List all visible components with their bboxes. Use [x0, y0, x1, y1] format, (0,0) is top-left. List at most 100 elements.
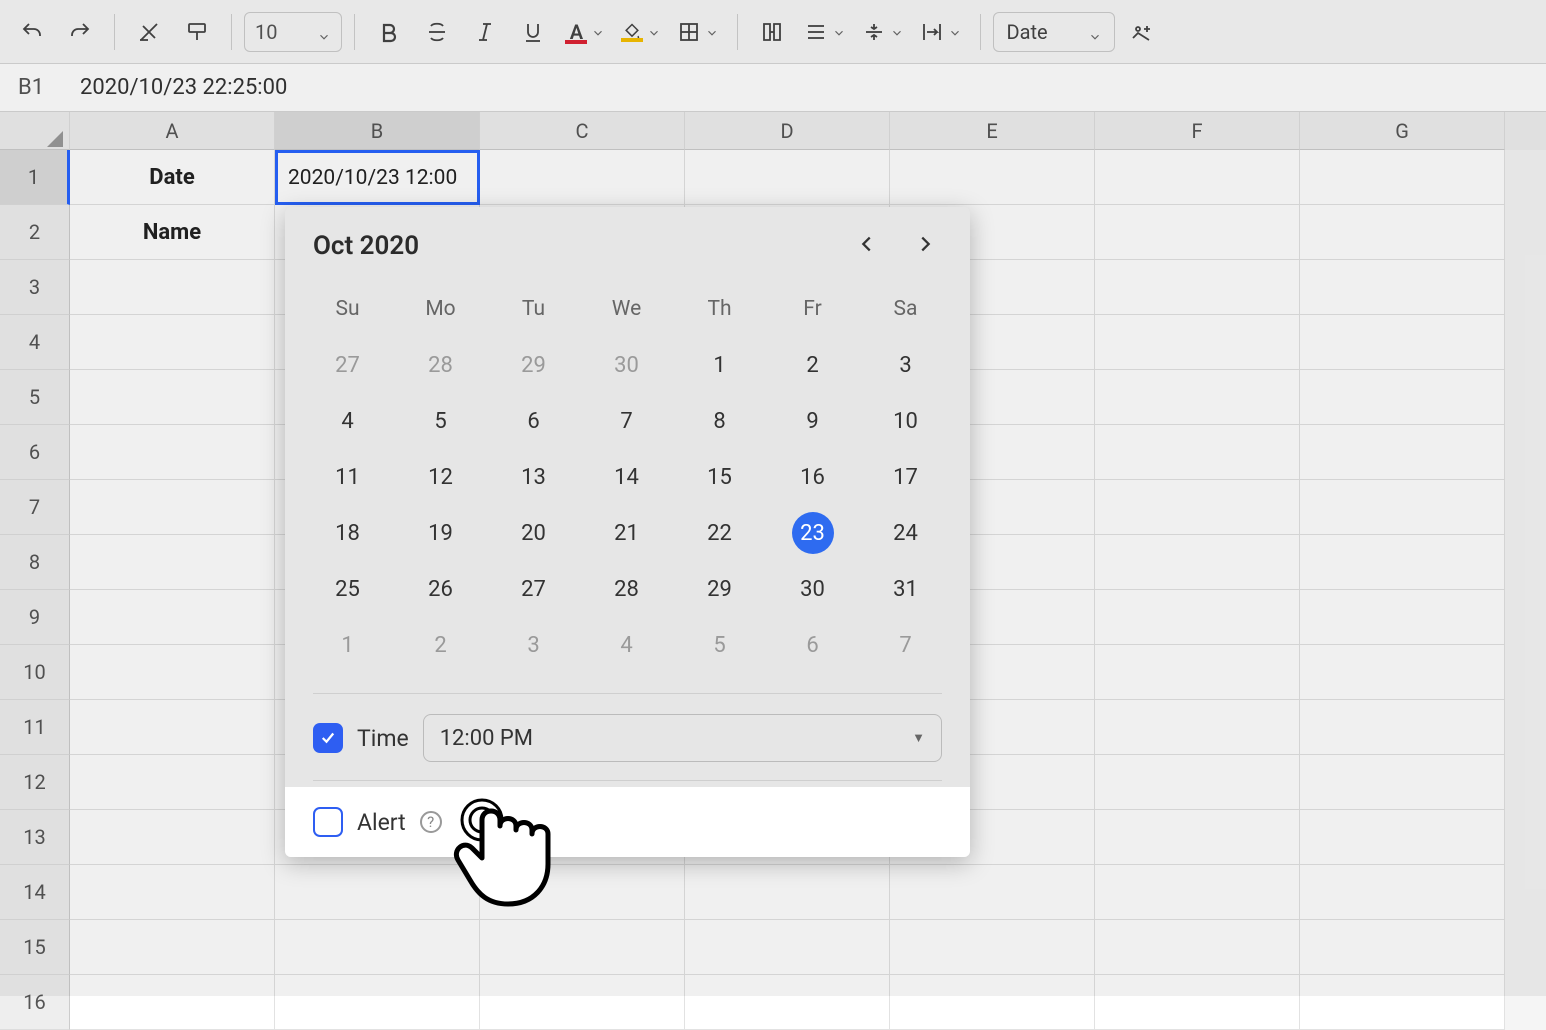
cell-A12[interactable]: [70, 755, 275, 810]
cell-F7[interactable]: [1095, 480, 1300, 535]
calendar-day[interactable]: 3: [859, 337, 952, 393]
row-header[interactable]: 10: [0, 645, 70, 700]
undo-button[interactable]: [10, 10, 54, 54]
row-header[interactable]: 2: [0, 205, 70, 260]
format-painter-button[interactable]: [175, 10, 219, 54]
cell-D16[interactable]: [685, 975, 890, 1030]
row-header[interactable]: 11: [0, 700, 70, 755]
calendar-day[interactable]: 30: [580, 337, 673, 393]
font-color-button[interactable]: A: [559, 10, 611, 54]
calendar-day[interactable]: 22: [673, 505, 766, 561]
calendar-day[interactable]: 20: [487, 505, 580, 561]
calendar-day[interactable]: 30: [766, 561, 859, 617]
cell-G9[interactable]: [1300, 590, 1505, 645]
select-all-corner[interactable]: [0, 112, 70, 150]
calendar-day[interactable]: 5: [673, 617, 766, 673]
row-header[interactable]: 15: [0, 920, 70, 975]
row-header[interactable]: 13: [0, 810, 70, 865]
calendar-day[interactable]: 19: [394, 505, 487, 561]
font-size-select[interactable]: 10: [244, 12, 342, 52]
cell-G6[interactable]: [1300, 425, 1505, 480]
cell-G10[interactable]: [1300, 645, 1505, 700]
calendar-day[interactable]: 31: [859, 561, 952, 617]
cell-G2[interactable]: [1300, 205, 1505, 260]
calendar-day[interactable]: 2: [394, 617, 487, 673]
italic-button[interactable]: [463, 10, 507, 54]
cell-D1[interactable]: [685, 150, 890, 205]
cell-A14[interactable]: [70, 865, 275, 920]
borders-button[interactable]: [671, 10, 725, 54]
cell-A4[interactable]: [70, 315, 275, 370]
cell-E15[interactable]: [890, 920, 1095, 975]
calendar-day[interactable]: 14: [580, 449, 673, 505]
calendar-day[interactable]: 5: [394, 393, 487, 449]
cell-F8[interactable]: [1095, 535, 1300, 590]
column-header-F[interactable]: F: [1095, 112, 1300, 150]
calendar-day[interactable]: 18: [301, 505, 394, 561]
cell-F13[interactable]: [1095, 810, 1300, 865]
cell-F3[interactable]: [1095, 260, 1300, 315]
calendar-day[interactable]: 9: [766, 393, 859, 449]
cell-G8[interactable]: [1300, 535, 1505, 590]
calendar-day[interactable]: 10: [859, 393, 952, 449]
cell-A2[interactable]: Name: [70, 205, 275, 260]
clear-format-button[interactable]: [127, 10, 171, 54]
name-box[interactable]: B1: [0, 75, 70, 100]
cell-F16[interactable]: [1095, 975, 1300, 1030]
calendar-day[interactable]: 16: [766, 449, 859, 505]
column-header-B[interactable]: B: [275, 112, 480, 150]
calendar-day[interactable]: 7: [580, 393, 673, 449]
calendar-day[interactable]: 1: [673, 337, 766, 393]
cell-G12[interactable]: [1300, 755, 1505, 810]
cell-G7[interactable]: [1300, 480, 1505, 535]
row-header[interactable]: 1: [0, 150, 70, 205]
time-checkbox[interactable]: [313, 723, 343, 753]
row-header[interactable]: 12: [0, 755, 70, 810]
next-month-button[interactable]: [908, 227, 942, 265]
calendar-day[interactable]: 3: [487, 617, 580, 673]
calendar-day[interactable]: 26: [394, 561, 487, 617]
help-icon[interactable]: ?: [420, 811, 442, 833]
calendar-day[interactable]: 23: [766, 505, 859, 561]
row-header[interactable]: 14: [0, 865, 70, 920]
calendar-day[interactable]: 21: [580, 505, 673, 561]
strikethrough-button[interactable]: [415, 10, 459, 54]
cell-E1[interactable]: [890, 150, 1095, 205]
cell-F5[interactable]: [1095, 370, 1300, 425]
calendar-day[interactable]: 4: [301, 393, 394, 449]
calendar-day[interactable]: 11: [301, 449, 394, 505]
cell-A7[interactable]: [70, 480, 275, 535]
cell-A9[interactable]: [70, 590, 275, 645]
cell-B1[interactable]: 2020/10/23 12:00: [275, 150, 480, 205]
row-header[interactable]: 4: [0, 315, 70, 370]
cell-A6[interactable]: [70, 425, 275, 480]
column-header-C[interactable]: C: [480, 112, 685, 150]
cell-F15[interactable]: [1095, 920, 1300, 975]
prev-month-button[interactable]: [850, 227, 884, 265]
calendar-day[interactable]: 4: [580, 617, 673, 673]
cell-F11[interactable]: [1095, 700, 1300, 755]
calendar-day[interactable]: 8: [673, 393, 766, 449]
calendar-day[interactable]: 1: [301, 617, 394, 673]
merge-cells-button[interactable]: [750, 10, 794, 54]
cell-A3[interactable]: [70, 260, 275, 315]
cell-F14[interactable]: [1095, 865, 1300, 920]
cell-B14[interactable]: [275, 865, 480, 920]
cell-F2[interactable]: [1095, 205, 1300, 260]
cell-D14[interactable]: [685, 865, 890, 920]
cell-C14[interactable]: [480, 865, 685, 920]
calendar-day[interactable]: 7: [859, 617, 952, 673]
cell-A5[interactable]: [70, 370, 275, 425]
cell-G3[interactable]: [1300, 260, 1505, 315]
row-header[interactable]: 7: [0, 480, 70, 535]
cell-D15[interactable]: [685, 920, 890, 975]
calendar-day[interactable]: 29: [673, 561, 766, 617]
cell-A8[interactable]: [70, 535, 275, 590]
cell-C16[interactable]: [480, 975, 685, 1030]
row-header[interactable]: 3: [0, 260, 70, 315]
cell-F1[interactable]: [1095, 150, 1300, 205]
cell-G14[interactable]: [1300, 865, 1505, 920]
cell-C1[interactable]: [480, 150, 685, 205]
calendar-day[interactable]: 27: [301, 337, 394, 393]
cell-A11[interactable]: [70, 700, 275, 755]
